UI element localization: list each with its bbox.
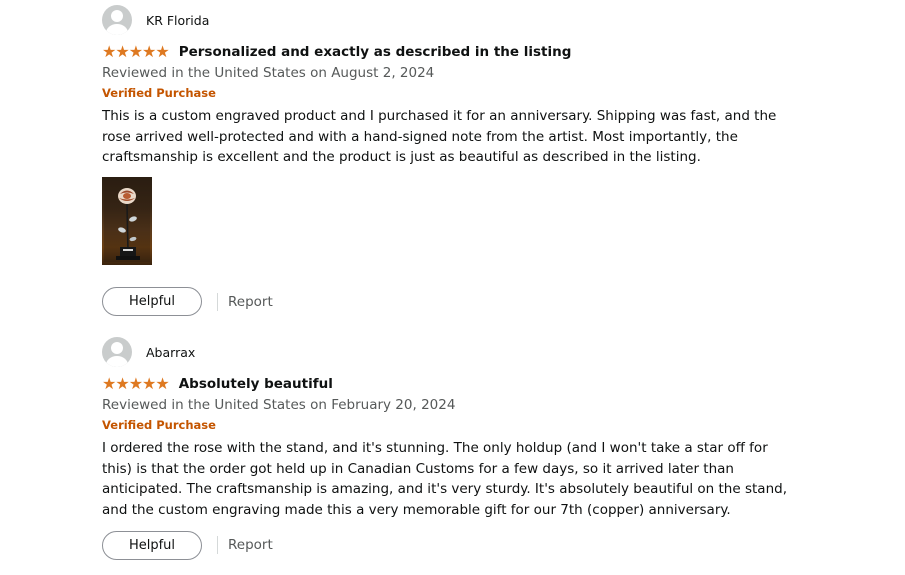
review-body: I ordered the rose with the stand, and i… [102,440,787,518]
rose-photo-icon [104,179,150,262]
action-divider [217,536,218,554]
review-card: KR Florida ★★★★★ Personalized and exactl… [102,5,802,318]
review-body: This is a custom engraved product and I … [102,108,777,165]
review-date: Reviewed in the United States on August … [102,65,435,81]
helpful-button[interactable]: Helpful [102,287,202,316]
review-photo-thumbnail[interactable] [102,176,152,265]
review-title[interactable]: Personalized and exactly as described in… [179,44,572,60]
review-card: Abarrax ★★★★★ Absolutely beautiful Revie… [102,337,802,561]
review-title[interactable]: Absolutely beautiful [179,376,333,392]
action-divider [217,292,218,311]
verified-purchase-badge[interactable]: Verified Purchase [102,418,802,432]
report-link[interactable]: Report [228,537,273,553]
verified-purchase-badge[interactable]: Verified Purchase [102,86,802,100]
review-date: Reviewed in the United States on Februar… [102,397,456,413]
reviewer-name[interactable]: KR Florida [146,13,209,28]
default-avatar-icon [102,337,132,367]
report-link[interactable]: Report [228,294,273,310]
star-rating-icon[interactable]: ★★★★★ [102,375,170,393]
reviewer-name[interactable]: Abarrax [146,345,195,360]
helpful-button[interactable]: Helpful [102,530,202,560]
reviewer-profile[interactable]: Abarrax [102,337,802,367]
star-rating-icon[interactable]: ★★★★★ [102,43,170,61]
reviewer-profile[interactable]: KR Florida [102,5,802,35]
default-avatar-icon [102,5,132,35]
